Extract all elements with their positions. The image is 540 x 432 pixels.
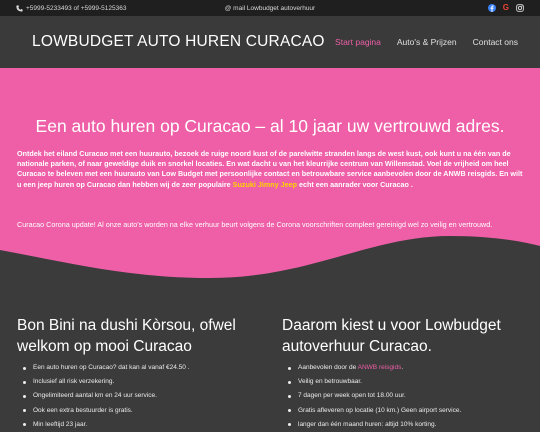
list-item: Ongelimiteerd aantal km en 24 uur servic… (17, 389, 262, 403)
nav-start-pagina[interactable]: Start pagina (335, 37, 381, 47)
hero-section: Een auto huren op Curacao – al 10 jaar u… (0, 68, 540, 300)
google-icon[interactable]: G (503, 4, 509, 12)
welcome-column: Bon Bini na dushi Kòrsou, ofwel welkom o… (0, 300, 262, 432)
anwb-link[interactable]: ANWB reisgids (358, 364, 402, 371)
content-section: Bon Bini na dushi Kòrsou, ofwel welkom o… (0, 300, 540, 432)
mail-text[interactable]: @ mail Lowbudget autoverhuur (225, 5, 315, 12)
instagram-icon[interactable] (516, 4, 524, 12)
nav-contact-ons[interactable]: Contact ons (473, 37, 518, 47)
hero-title: Een auto huren op Curacao – al 10 jaar u… (35, 116, 505, 136)
list-item: Inclusief all risk verzekering. (17, 375, 262, 389)
reasons-heading: Daarom kiest u voor Lowbudget autoverhuu… (282, 317, 501, 355)
social-links: G (487, 4, 524, 12)
phone-info: +5999-5233493 of +5999-5125363 (16, 5, 126, 12)
suzuki-jimny-link[interactable]: Suzuki Jimny Jeep (233, 180, 297, 189)
hero-intro: Ontdek het eiland Curacao met een huurau… (17, 149, 523, 189)
list-item: Een auto huren op Curacao? dat kan al va… (17, 361, 262, 375)
list-item: 7 dagen per week open tot 18.00 uur. (282, 389, 540, 403)
top-bar: +5999-5233493 of +5999-5125363 @ mail Lo… (0, 0, 540, 16)
reasons-list: Aanbevolen door de ANWB reisgids. Veilig… (282, 361, 540, 432)
site-title[interactable]: LOWBUDGET AUTO HUREN CURACAO (32, 33, 325, 51)
mail-link[interactable]: @ mail Lowbudget autoverhuur (225, 5, 315, 12)
phone-icon (16, 4, 23, 12)
nav-autos-prijzen[interactable]: Auto's & Prijzen (397, 37, 457, 47)
site-header: LOWBUDGET AUTO HUREN CURACAO Start pagin… (0, 16, 540, 68)
phone-numbers[interactable]: +5999-5233493 of +5999-5125363 (26, 5, 126, 12)
welcome-heading: Bon Bini na dushi Kòrsou, ofwel welkom o… (17, 317, 236, 355)
list-item: Veilig en betrouwbaar. (282, 375, 540, 389)
welcome-list: Een auto huren op Curacao? dat kan al va… (17, 361, 262, 432)
facebook-icon[interactable] (487, 4, 496, 12)
list-item: Min leeftijd 23 jaar. (17, 418, 262, 432)
reasons-column: Daarom kiest u voor Lowbudget autoverhuu… (262, 300, 540, 432)
list-item: langer dan één maand huren: altijd 10% k… (282, 418, 540, 432)
list-item: Aanbevolen door de ANWB reisgids. (282, 361, 540, 375)
list-item: Gratis afleveren op locatie (10 km.) Gee… (282, 404, 540, 418)
main-nav: Start pagina Auto's & Prijzen Contact on… (335, 37, 518, 47)
corona-update: Curacao Corona update! Al onze auto's wo… (17, 220, 493, 229)
list-item: Ook een extra bestuurder is gratis. (17, 404, 262, 418)
